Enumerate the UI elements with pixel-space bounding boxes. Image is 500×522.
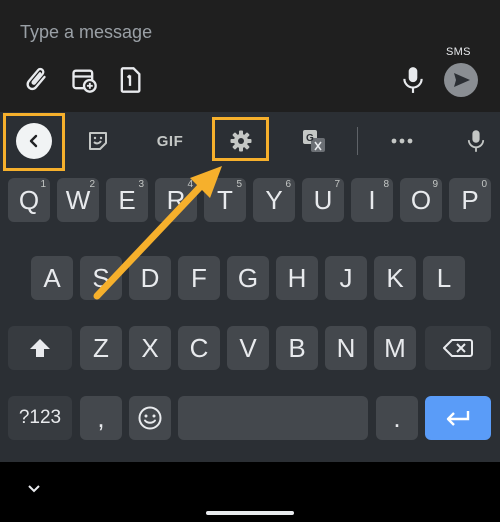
back-chevron-icon [16,123,52,159]
backspace-icon [443,339,473,357]
key-label: R [166,184,186,215]
key-z[interactable]: Z [80,326,122,370]
key-hint: 5 [236,179,242,190]
emoji-icon [138,406,162,430]
key-b[interactable]: B [276,326,318,370]
key-label: E [118,184,136,215]
settings-gear-icon [230,130,252,152]
backspace-key[interactable] [425,326,491,370]
key-f[interactable]: F [178,256,220,300]
svg-text:G: G [306,133,314,144]
system-nav-bar [0,462,500,522]
attach-icon[interactable] [22,64,50,99]
key-o[interactable]: O9 [400,178,442,222]
back-button[interactable] [8,112,60,170]
key-d[interactable]: D [129,256,171,300]
sim-1-icon[interactable] [118,66,142,99]
key-m[interactable]: M [374,326,416,370]
key-x[interactable]: X [129,326,171,370]
comma-key[interactable]: , [80,396,122,440]
key-hint: 3 [138,179,144,190]
emoji-key[interactable] [129,396,171,440]
key-label: U [313,184,333,215]
compose-bar: Type a message SMS [0,0,500,112]
space-bar[interactable] [178,396,368,440]
shift-arrow-icon [30,339,50,357]
key-hint: 0 [481,179,487,190]
key-i[interactable]: I8 [351,178,393,222]
send-button[interactable] [444,63,478,97]
keyboard-toolbar: GIF G [0,112,500,170]
key-label: Q [18,184,40,215]
key-r[interactable]: R4 [155,178,197,222]
sticker-icon[interactable] [76,112,120,170]
key-g[interactable]: G [227,256,269,300]
key-q[interactable]: Q1 [8,178,50,222]
key-hint: 1 [40,179,46,190]
keyboard: Q1 W2 E3 R4 T5 Y6 U7 I8 O9 P0 A S D F G … [0,170,500,462]
key-label: I [368,184,376,215]
key-label: P [461,184,479,215]
key-hint: 7 [334,179,340,190]
sms-label: SMS [446,46,471,58]
key-label: W [65,184,91,215]
key-h[interactable]: H [276,256,318,300]
key-label: O [410,184,432,215]
key-w[interactable]: W2 [57,178,99,222]
send-icon [454,73,470,87]
translate-icon[interactable]: G [290,112,338,170]
key-hint: 2 [89,179,95,190]
key-label: T [217,184,233,215]
key-k[interactable]: K [374,256,416,300]
key-hint: 9 [432,179,438,190]
enter-arrow-icon [446,411,470,426]
period-key[interactable]: . [376,396,418,440]
key-label: Y [265,184,283,215]
mic-icon[interactable] [402,66,424,99]
gif-button[interactable]: GIF [145,112,195,170]
more-dots-icon[interactable] [380,112,424,170]
key-c[interactable]: C [178,326,220,370]
key-l[interactable]: L [423,256,465,300]
enter-key[interactable] [425,396,491,440]
hide-keyboard-chevron-icon[interactable] [26,482,42,500]
home-gesture-handle[interactable] [206,511,294,515]
schedule-icon[interactable] [70,66,98,99]
key-v[interactable]: V [227,326,269,370]
key-hint: 6 [285,179,291,190]
voice-input-icon[interactable] [456,112,496,170]
symbols-key[interactable]: ?123 [8,396,72,440]
key-t[interactable]: T5 [204,178,246,222]
message-input[interactable]: Type a message [20,22,152,43]
shift-key[interactable] [8,326,72,370]
key-s[interactable]: S [80,256,122,300]
gif-label: GIF [156,132,184,150]
key-y[interactable]: Y6 [253,178,295,222]
key-hint: 8 [383,179,389,190]
toolbar-divider [357,127,358,155]
key-a[interactable]: A [31,256,73,300]
key-p[interactable]: P0 [449,178,491,222]
key-e[interactable]: E3 [106,178,148,222]
key-u[interactable]: U7 [302,178,344,222]
settings-button[interactable] [216,112,266,170]
key-j[interactable]: J [325,256,367,300]
key-hint: 4 [187,179,193,190]
key-n[interactable]: N [325,326,367,370]
